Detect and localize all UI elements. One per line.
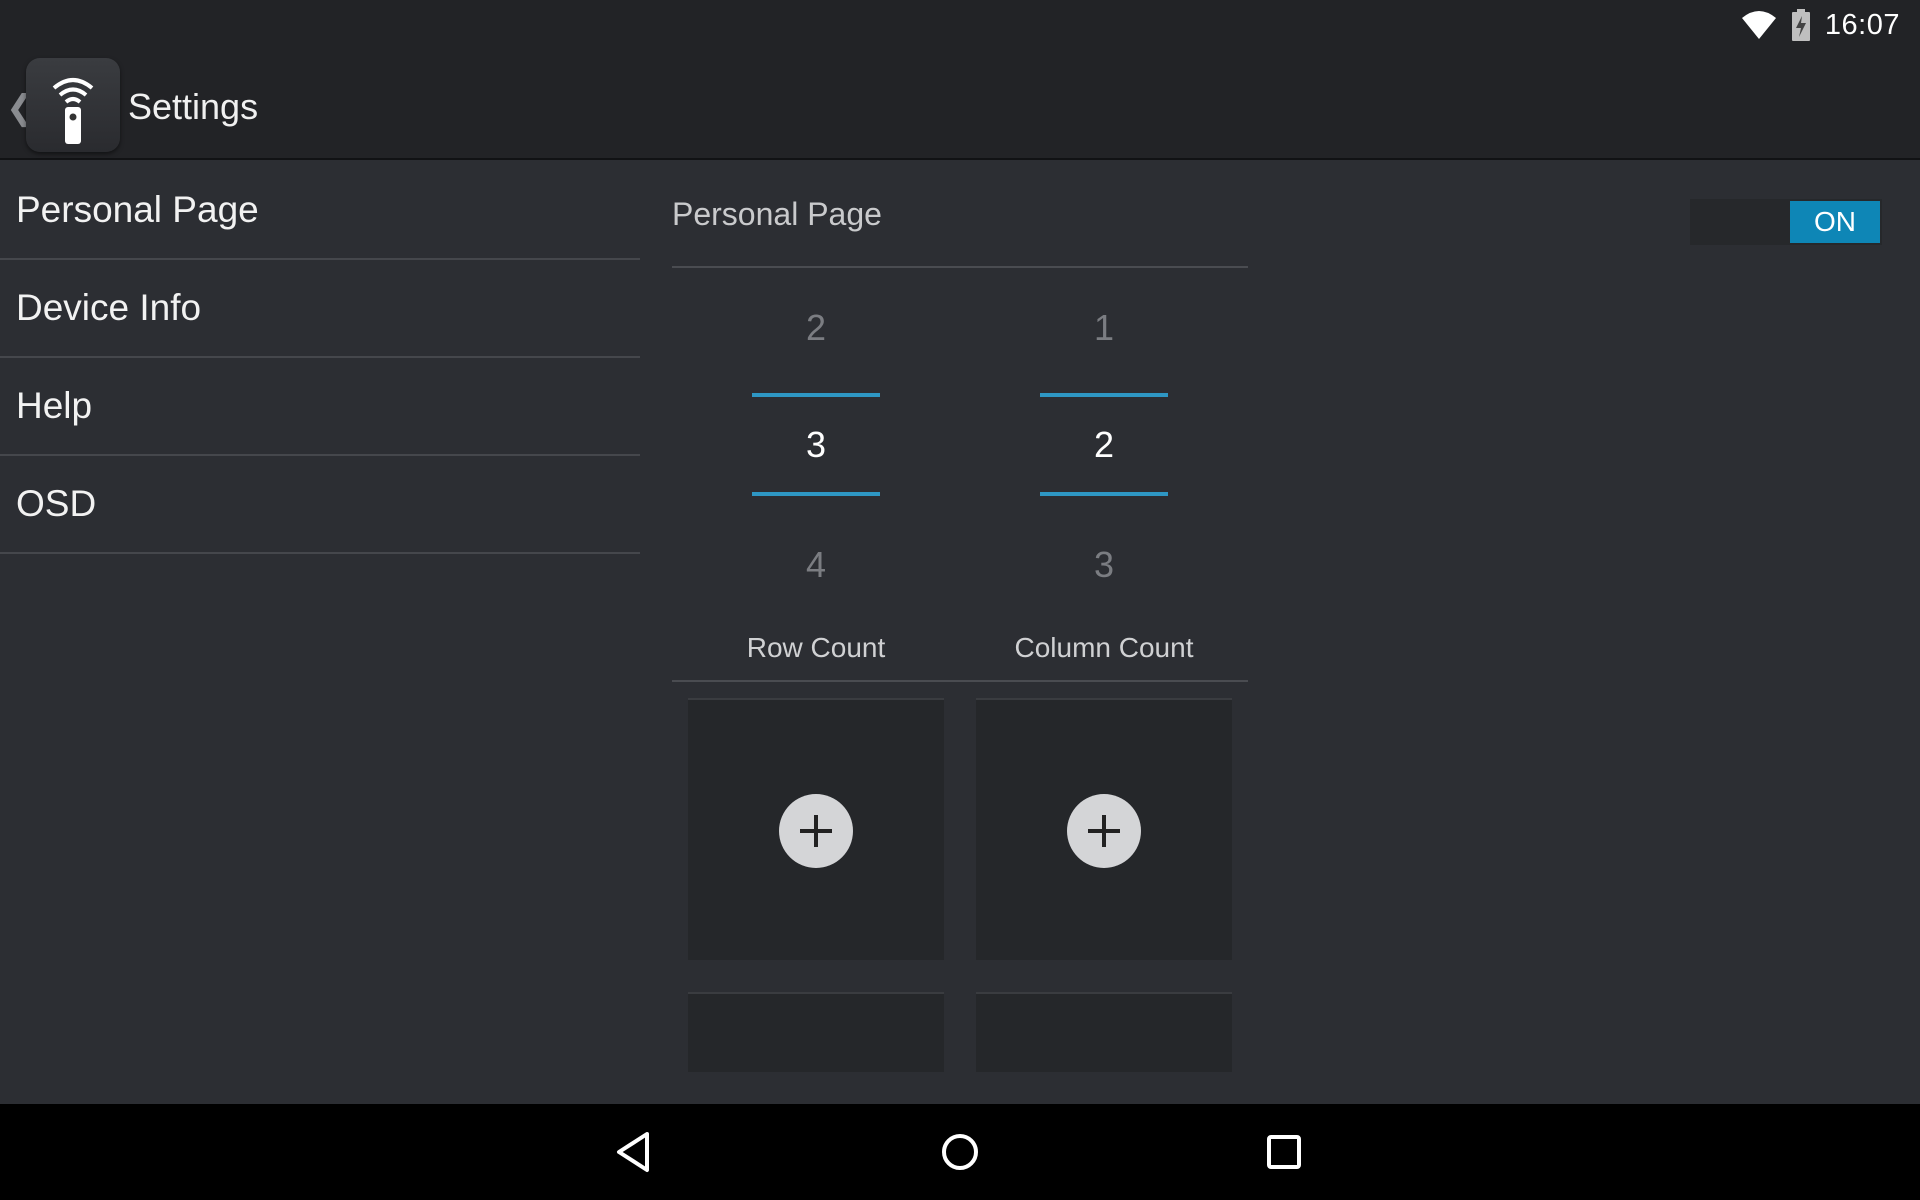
add-button[interactable] bbox=[779, 794, 853, 868]
panel-title: Personal Page bbox=[672, 195, 882, 232]
grid-slot[interactable] bbox=[976, 698, 1232, 960]
row-count-picker[interactable]: 2 3 4 Row Count bbox=[672, 268, 960, 682]
nav-item-label: Personal Page bbox=[16, 189, 259, 230]
personal-page-toggle[interactable]: ON bbox=[1690, 199, 1882, 245]
action-bar-title: Settings bbox=[128, 86, 259, 127]
home-icon[interactable] bbox=[936, 1128, 984, 1176]
back-icon[interactable] bbox=[611, 1128, 659, 1176]
column-picker-selected[interactable]: 2 bbox=[960, 424, 1248, 466]
column-picker-divider-top bbox=[1040, 393, 1168, 397]
add-button[interactable] bbox=[1067, 794, 1141, 868]
wifi-icon bbox=[1741, 11, 1776, 39]
plus-icon bbox=[1088, 815, 1120, 847]
screen: 16:07 ❮ Settings Personal Page Device In… bbox=[0, 0, 1920, 1200]
grid-slot[interactable] bbox=[688, 698, 944, 960]
row-picker-divider-top bbox=[752, 393, 880, 397]
column-picker-prev[interactable]: 1 bbox=[960, 307, 1248, 349]
column-count-picker[interactable]: 1 2 3 Column Count bbox=[960, 268, 1248, 682]
plus-icon bbox=[800, 815, 832, 847]
column-count-label: Column Count bbox=[1014, 632, 1194, 663]
remote-wifi-icon[interactable] bbox=[26, 58, 120, 152]
nav-item-device-info[interactable]: Device Info bbox=[0, 260, 640, 358]
battery-charging-icon bbox=[1791, 9, 1810, 41]
nav-item-label: Help bbox=[16, 385, 93, 426]
status-bar: 16:07 bbox=[0, 0, 1920, 50]
settings-nav-list: Personal Page Device Info Help OSD bbox=[0, 162, 640, 554]
clock: 16:07 bbox=[1824, 8, 1900, 41]
toggle-on-label: ON bbox=[1790, 201, 1880, 243]
column-picker-divider-bottom bbox=[1040, 492, 1168, 496]
row-picker-selected[interactable]: 3 bbox=[672, 424, 960, 466]
row-picker-divider-bottom bbox=[752, 492, 880, 496]
personal-page-grid bbox=[672, 682, 1248, 1102]
grid-slot[interactable] bbox=[688, 992, 944, 1072]
recents-icon[interactable] bbox=[1260, 1128, 1308, 1176]
panel-header: Personal Page bbox=[672, 162, 1248, 268]
nav-item-osd[interactable]: OSD bbox=[0, 456, 640, 554]
row-count-label: Row Count bbox=[746, 632, 886, 663]
row-picker-prev[interactable]: 2 bbox=[672, 307, 960, 349]
nav-item-personal-page[interactable]: Personal Page bbox=[0, 162, 640, 260]
action-bar: ❮ Settings bbox=[0, 50, 1920, 160]
nav-item-help[interactable]: Help bbox=[0, 358, 640, 456]
status-icons: 16:07 bbox=[1741, 8, 1900, 42]
nav-item-label: Device Info bbox=[16, 287, 202, 328]
count-pickers: 2 3 4 Row Count 1 2 3 Column Count bbox=[672, 268, 1248, 682]
nav-item-label: OSD bbox=[16, 483, 97, 524]
grid-slot[interactable] bbox=[976, 992, 1232, 1072]
system-nav-bar bbox=[0, 1104, 1920, 1200]
row-picker-next[interactable]: 4 bbox=[672, 544, 960, 586]
column-picker-next[interactable]: 3 bbox=[960, 544, 1248, 586]
personal-page-panel: Personal Page 2 3 4 Row Count 1 2 3 Colu… bbox=[672, 162, 1248, 1102]
